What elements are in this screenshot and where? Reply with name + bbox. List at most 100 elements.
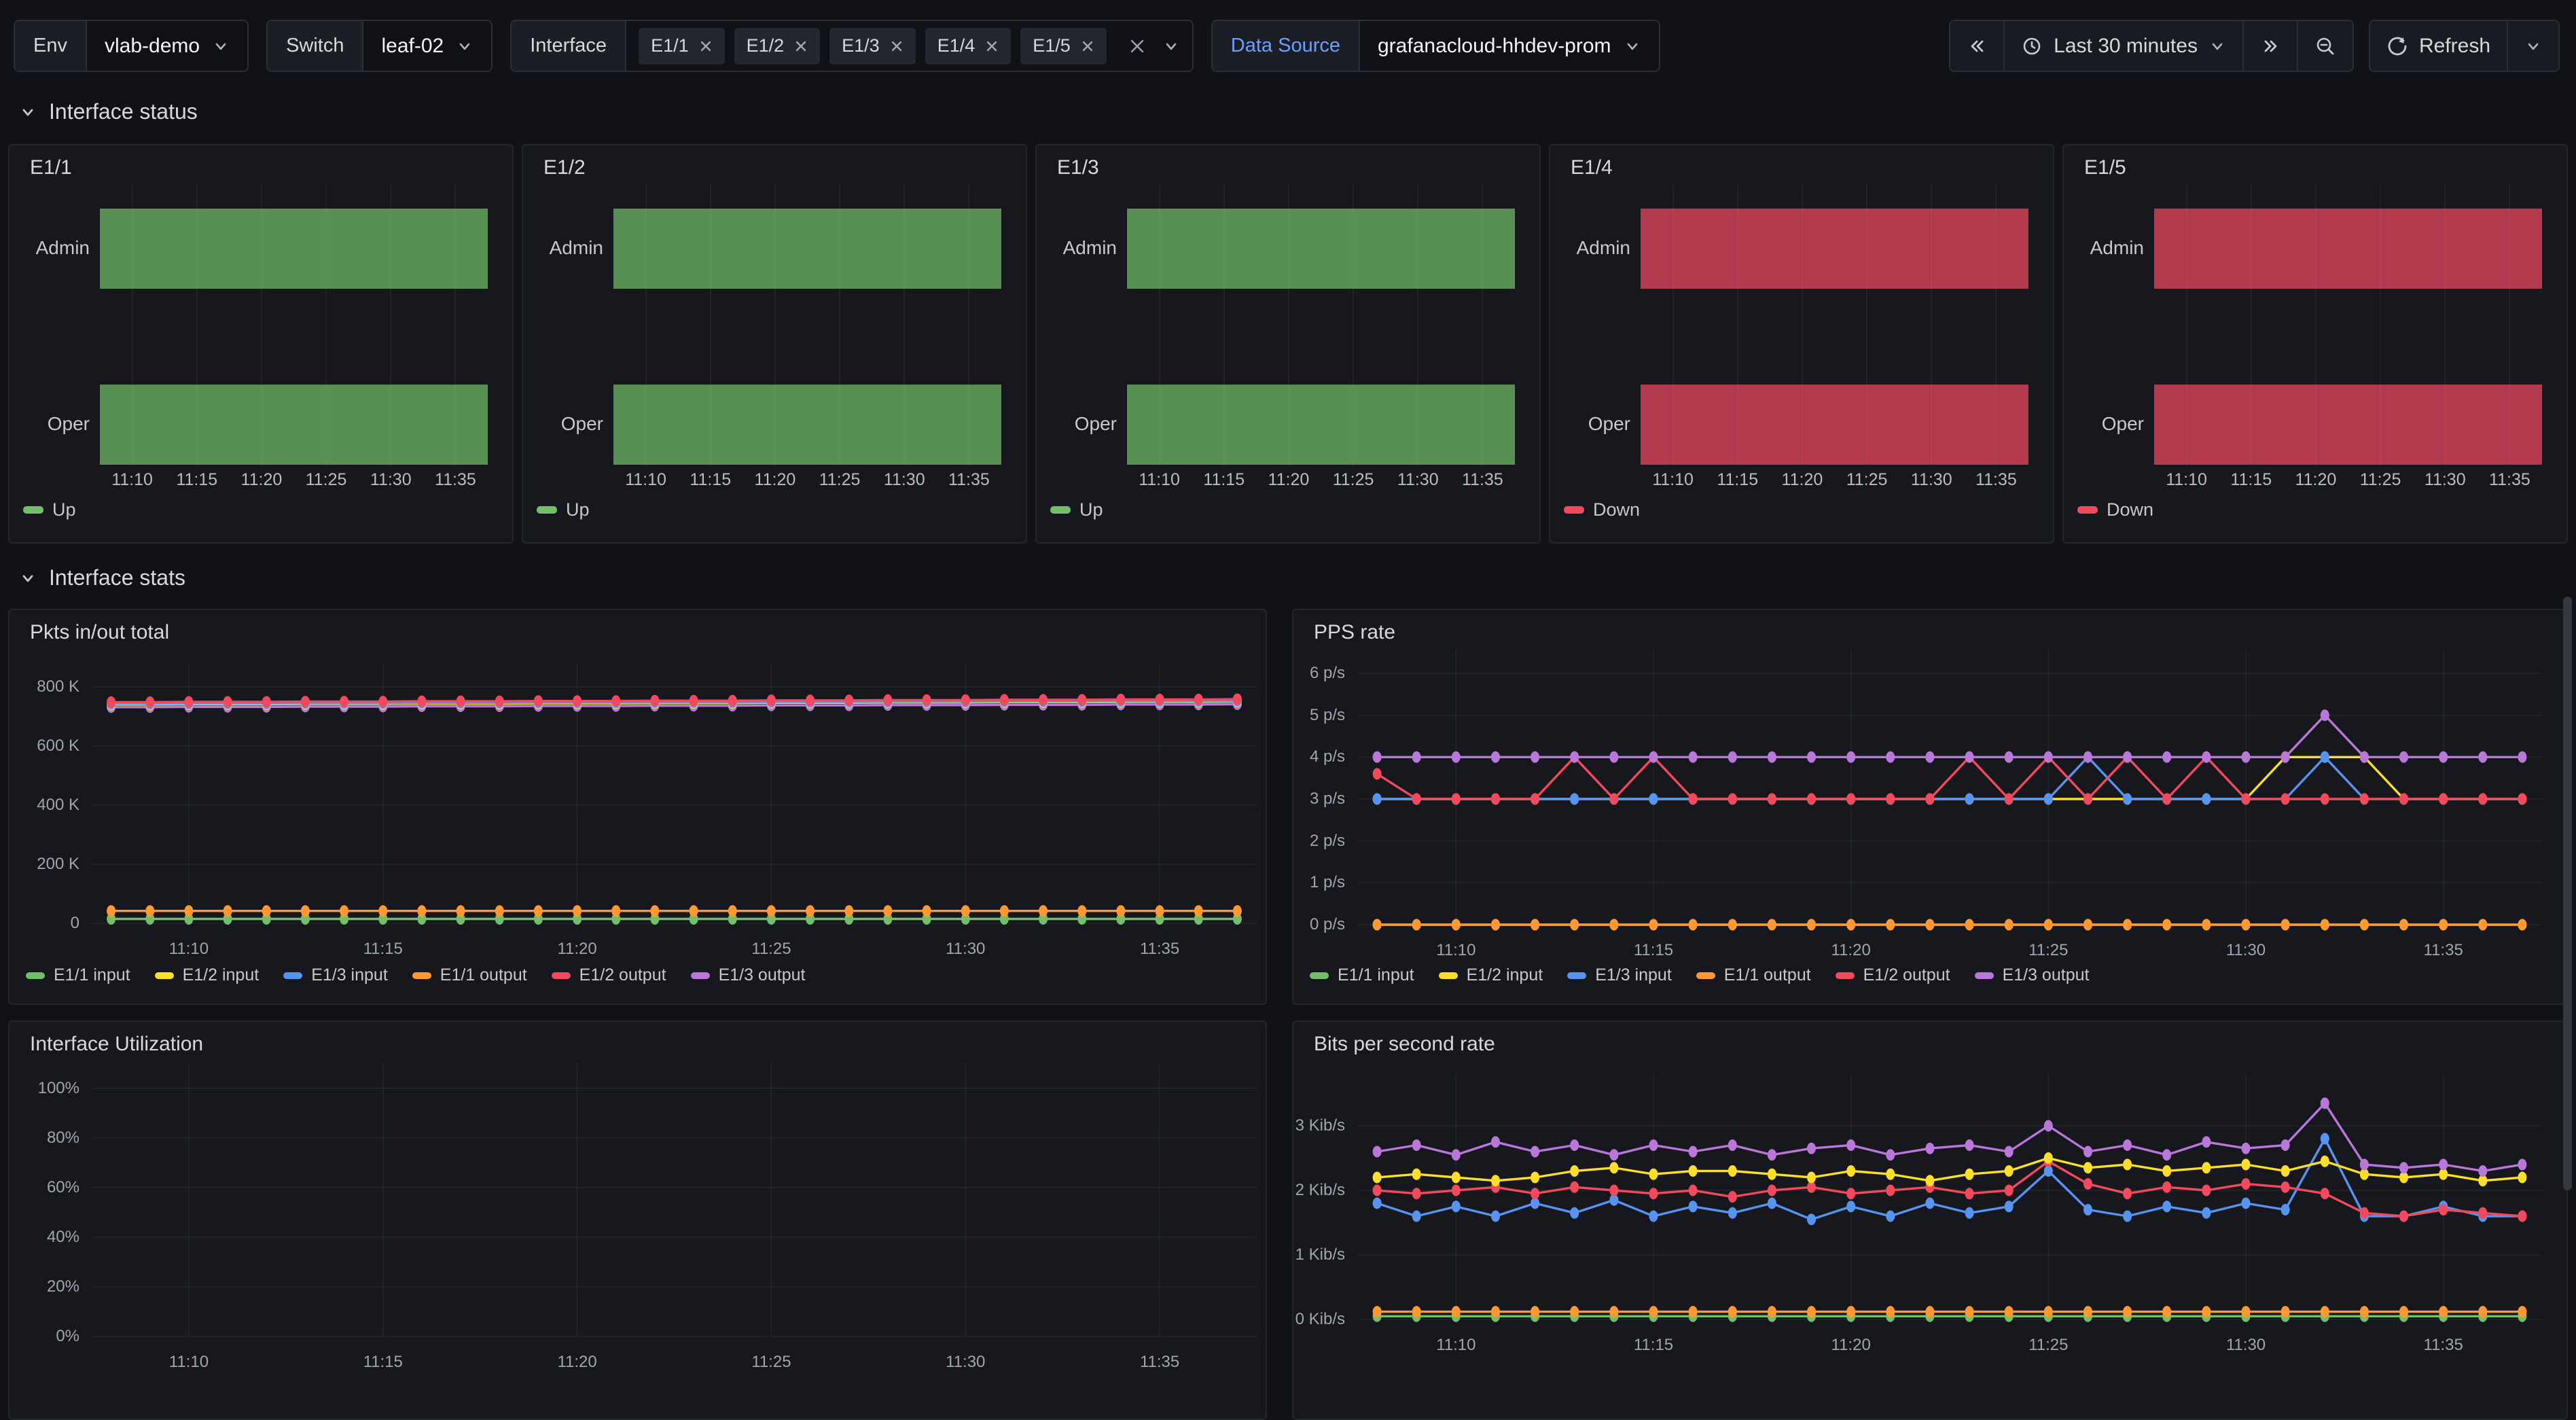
legend-swatch xyxy=(1975,972,1994,979)
switch-variable: Switch leaf-02 xyxy=(266,20,493,72)
x-tick-label: 11:35 xyxy=(1948,470,2043,490)
gridline xyxy=(325,185,327,466)
y-tick-label: 6 p/s xyxy=(1293,663,1345,684)
legend-item[interactable]: E1/1 output xyxy=(1696,965,1811,985)
clear-all-icon[interactable] xyxy=(1128,37,1146,55)
chevron-down-icon[interactable] xyxy=(1162,37,1180,55)
refresh-interval-dropdown[interactable] xyxy=(2507,21,2558,71)
status-panel: E1/2AdminOper11:1011:1511:2011:2511:3011… xyxy=(522,144,1027,544)
legend-item[interactable]: E1/3 input xyxy=(1567,965,1672,985)
x-tick-label: 11:20 xyxy=(530,1353,625,1372)
panel-title[interactable]: E1/1 xyxy=(30,156,72,179)
switch-value: leaf-02 xyxy=(381,35,444,58)
y-tick-label: 0 xyxy=(10,913,79,934)
panel-title[interactable]: E1/3 xyxy=(1057,156,1099,179)
gridline xyxy=(2315,185,2316,466)
datasource-select[interactable]: grafanacloud-hhdev-prom xyxy=(1360,21,1659,71)
section-title: Interface stats xyxy=(49,565,185,590)
interface-pills: E1/1E1/2E1/3E1/4E1/5 xyxy=(626,21,1192,71)
refresh-button[interactable]: Refresh xyxy=(2370,21,2507,71)
x-tick-label: 11:30 xyxy=(918,940,1013,959)
remove-icon[interactable] xyxy=(890,39,904,53)
x-tick-label: 11:10 xyxy=(141,940,236,959)
y-tick-label: 60% xyxy=(10,1177,79,1198)
x-tick-label: 11:25 xyxy=(723,1353,819,1372)
datasource-variable: Data Source grafanacloud-hhdev-prom xyxy=(1211,20,1660,72)
panel-title[interactable]: E1/4 xyxy=(1571,156,1613,179)
legend-item[interactable]: Down xyxy=(2077,499,2153,520)
gridline xyxy=(1353,185,1354,466)
refresh-group: Refresh xyxy=(2369,20,2560,72)
legend-item[interactable]: Up xyxy=(23,499,76,520)
legend-swatch xyxy=(691,972,710,979)
refresh-label: Refresh xyxy=(2419,35,2490,58)
scrollbar-thumb[interactable] xyxy=(2563,597,2572,1190)
chart-panel-pkts: Pkts in/out total800 K600 K400 K200 K011… xyxy=(8,609,1267,1005)
legend-label: E1/3 output xyxy=(719,965,806,985)
legend-item[interactable]: E1/1 output xyxy=(412,965,527,985)
y-tick-label: 2 p/s xyxy=(1293,831,1345,851)
legend-swatch xyxy=(155,972,174,979)
switch-select[interactable]: leaf-02 xyxy=(363,21,491,71)
legend-item[interactable]: E1/2 input xyxy=(155,965,260,985)
variable-controls: Env vlab-demo Switch leaf-02 xyxy=(14,20,1660,72)
time-picker-button[interactable]: Last 30 minutes xyxy=(2003,21,2242,71)
state-bar-admin xyxy=(100,209,488,289)
switch-label: Switch xyxy=(268,21,363,71)
x-tick-label: 11:35 xyxy=(2462,470,2557,490)
legend-item[interactable]: E1/1 input xyxy=(1310,965,1414,985)
state-bar-admin xyxy=(613,209,1001,289)
datasource-label: Data Source xyxy=(1213,21,1360,71)
legend-item[interactable]: E1/3 output xyxy=(1975,965,2090,985)
y-tick-label: 100% xyxy=(10,1078,79,1099)
zoom-out-button[interactable] xyxy=(2297,21,2353,71)
legend-item[interactable]: Up xyxy=(537,499,590,520)
legend-label: Up xyxy=(52,499,76,520)
gridline xyxy=(2509,185,2510,466)
chart-panel-util: Interface Utilization100%80%60%40%20%0%1… xyxy=(8,1020,1267,1420)
legend-item[interactable]: E1/1 input xyxy=(26,965,130,985)
x-tick-label: 11:15 xyxy=(1606,1336,1701,1355)
y-tick-label: 400 K xyxy=(10,795,79,815)
chevron-down-icon xyxy=(19,569,37,587)
gridline xyxy=(968,185,969,466)
legend-item[interactable]: E1/3 output xyxy=(691,965,806,985)
legend-item[interactable]: E1/2 input xyxy=(1439,965,1543,985)
legend-item[interactable]: E1/3 input xyxy=(283,965,388,985)
legend-item[interactable]: Down xyxy=(1564,499,1640,520)
env-select[interactable]: vlab-demo xyxy=(87,21,247,71)
x-tick-label: 11:30 xyxy=(2198,1336,2293,1355)
panel-title[interactable]: E1/5 xyxy=(2084,156,2126,179)
interface-pill[interactable]: E1/1 xyxy=(639,28,725,65)
legend-swatch xyxy=(1567,972,1586,979)
interface-pill[interactable]: E1/2 xyxy=(734,28,821,65)
interface-pill[interactable]: E1/4 xyxy=(925,28,1012,65)
time-shift-back-button[interactable] xyxy=(1950,21,2003,71)
section-interface-stats[interactable]: Interface stats xyxy=(19,565,185,590)
state-row-label: Oper xyxy=(523,413,603,435)
remove-icon[interactable] xyxy=(985,39,999,53)
status-panel: E1/3AdminOper11:1011:1511:2011:2511:3011… xyxy=(1035,144,1541,544)
interface-pill[interactable]: E1/5 xyxy=(1020,28,1107,65)
x-tick-label: 11:35 xyxy=(1435,470,1530,490)
x-tick-label: 11:20 xyxy=(530,940,625,959)
x-tick-label: 11:25 xyxy=(2001,941,2096,960)
time-shift-forward-button[interactable] xyxy=(2242,21,2297,71)
remove-icon[interactable] xyxy=(1081,39,1094,53)
panel-legend: Down xyxy=(1564,499,1664,520)
chevron-down-icon xyxy=(19,103,37,121)
gridline xyxy=(1737,185,1738,466)
y-tick-label: 80% xyxy=(10,1128,79,1148)
legend-item[interactable]: E1/2 output xyxy=(1836,965,1950,985)
legend-label: E1/1 input xyxy=(1338,965,1414,985)
x-tick-label: 11:30 xyxy=(2198,941,2293,960)
legend-item[interactable]: E1/2 output xyxy=(552,965,666,985)
legend-item[interactable]: Up xyxy=(1050,499,1103,520)
gridline xyxy=(1995,185,1997,466)
remove-icon[interactable] xyxy=(699,39,713,53)
panel-title[interactable]: E1/2 xyxy=(543,156,586,179)
interface-pill[interactable]: E1/3 xyxy=(829,28,916,65)
y-tick-label: 200 K xyxy=(10,854,79,874)
remove-icon[interactable] xyxy=(794,39,808,53)
section-interface-status[interactable]: Interface status xyxy=(19,99,198,124)
